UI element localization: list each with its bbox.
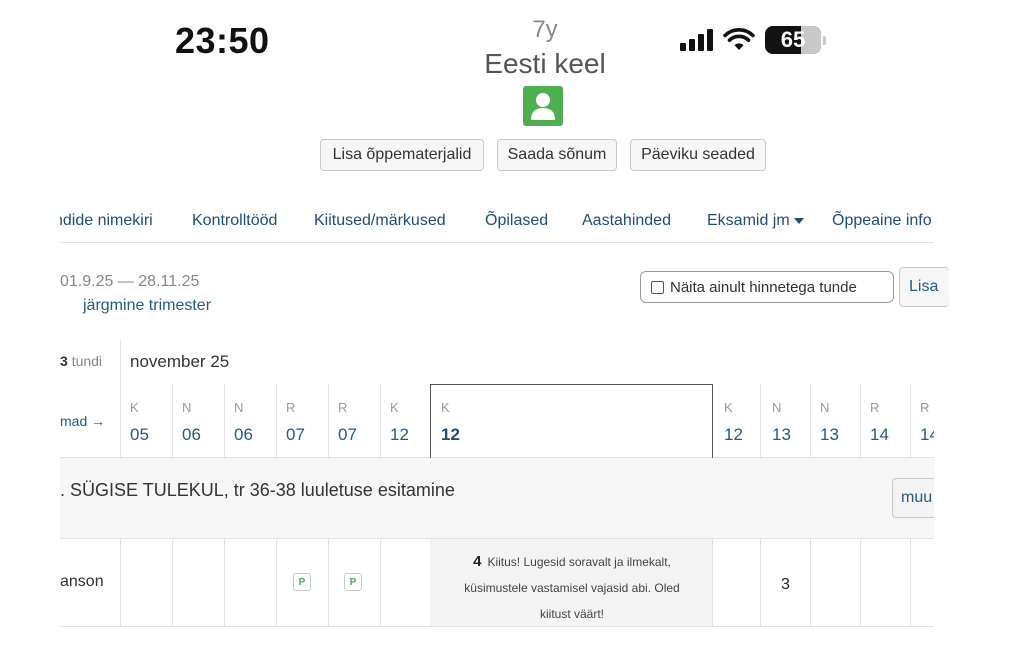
day-letter: R: [338, 400, 348, 415]
day-letter: N: [772, 400, 782, 415]
grid-line: [120, 340, 121, 458]
grid-line: [60, 538, 934, 539]
grid-line: [810, 539, 811, 627]
grid-line: [380, 384, 381, 458]
day-number[interactable]: 13: [772, 425, 791, 445]
show-graded-only-label: Näita ainult hinnetega tunde: [670, 278, 857, 296]
day-letter: R: [920, 400, 930, 415]
grid-line: [910, 384, 911, 458]
class-label: 7y: [532, 16, 558, 43]
grid-line: [712, 539, 713, 627]
day-number[interactable]: 06: [234, 425, 253, 445]
grid-line: [860, 384, 861, 458]
tab-exams-label: Eksamid jm: [707, 212, 790, 229]
tab-students[interactable]: Õpilased: [485, 212, 548, 230]
grid-line: [120, 539, 121, 627]
chevron-down-icon: [793, 217, 804, 224]
day-number[interactable]: 06: [182, 425, 201, 445]
day-letter: R: [286, 400, 296, 415]
show-graded-only-toggle[interactable]: Näita ainult hinnetega tunde: [640, 271, 894, 303]
grid-line: [276, 539, 277, 627]
send-message-button[interactable]: Saada sõnum: [497, 139, 617, 171]
battery-level: 65: [780, 27, 806, 52]
day-letter: N: [820, 400, 830, 415]
student-name[interactable]: anson: [60, 573, 104, 591]
lesson-topic: . SÜGISE TULEKUL, tr 36-38 luuletuse esi…: [60, 480, 455, 500]
period-range: 01.9.25 — 28.11.25: [60, 273, 200, 290]
day-letter: K: [390, 400, 399, 415]
diary-settings-button[interactable]: Päeviku seaded: [630, 139, 766, 171]
day-number[interactable]: 14: [870, 425, 889, 445]
grade-value[interactable]: 3: [781, 576, 790, 594]
grid-line: [380, 539, 381, 627]
day-letter: K: [130, 400, 139, 415]
grid-line: [172, 384, 173, 458]
grid-line: [860, 539, 861, 627]
status-indicators: 65: [680, 26, 826, 54]
add-lesson-button[interactable]: Lisa: [899, 267, 949, 307]
tab-year-grades[interactable]: Aastahinded: [582, 212, 671, 230]
day-letter: N: [182, 400, 192, 415]
selected-column-outline: [430, 384, 713, 458]
day-number[interactable]: 07: [286, 425, 305, 445]
grid-line: [328, 384, 329, 458]
grid-line: [810, 384, 811, 458]
day-number[interactable]: 13: [820, 425, 839, 445]
day-letter: K: [724, 400, 733, 415]
day-number[interactable]: 12: [390, 425, 409, 445]
battery-icon: 65: [765, 26, 826, 54]
grid-line: [760, 384, 761, 458]
tab-topics-list[interactable]: ndide nimekiri: [60, 212, 153, 230]
grid-line: [224, 539, 225, 627]
day-number[interactable]: 12: [724, 425, 743, 445]
grade-value: 4: [473, 553, 482, 570]
present-badge[interactable]: P: [293, 573, 311, 591]
grid-line: [224, 384, 225, 458]
next-trimester-link[interactable]: järgmine trimester: [83, 297, 211, 315]
tab-tests[interactable]: Kontrolltööd: [192, 212, 277, 230]
grid-line: [910, 539, 911, 627]
user-avatar-icon[interactable]: [523, 86, 563, 126]
add-materials-button[interactable]: Lisa õppematerjalid: [320, 139, 484, 171]
lessons-count: 3 tundi: [60, 353, 103, 369]
tab-subject-info[interactable]: Õppeaine info: [832, 212, 932, 230]
grid-line: [760, 539, 761, 627]
day-number[interactable]: 07: [338, 425, 357, 445]
tab-bar: ndide nimekiri Kontrolltööd Kiitused/mär…: [60, 200, 934, 243]
tab-praises-remarks[interactable]: Kiitused/märkused: [314, 212, 446, 230]
wifi-icon: [723, 28, 755, 50]
grid-line: [60, 626, 934, 627]
subject-title: Eesti keel: [484, 48, 606, 79]
grid-line: [172, 539, 173, 627]
edit-lesson-button[interactable]: muu: [892, 478, 934, 518]
student-names-link[interactable]: mad →: [60, 413, 105, 429]
checkbox[interactable]: [651, 280, 664, 294]
cellular-signal-icon: [680, 29, 713, 51]
grid-line: [328, 539, 329, 627]
tab-exams[interactable]: Eksamid jm: [707, 212, 804, 230]
present-badge[interactable]: P: [344, 573, 362, 591]
month-label: november 25: [130, 352, 230, 371]
gradebook-grid: 3 tundi november 25 mad → K 05 N 06 N 06 R 07 R 0…: [60, 340, 934, 640]
day-number[interactable]: 14: [920, 425, 934, 445]
status-time: 23:50: [175, 20, 270, 61]
grid-line: [276, 384, 277, 458]
day-letter: R: [870, 400, 880, 415]
day-letter: N: [234, 400, 244, 415]
grade-comment: 4 Kiitus! Lugesid soravalt ja ilmekalt, k…: [464, 553, 680, 621]
day-number[interactable]: 05: [130, 425, 149, 445]
